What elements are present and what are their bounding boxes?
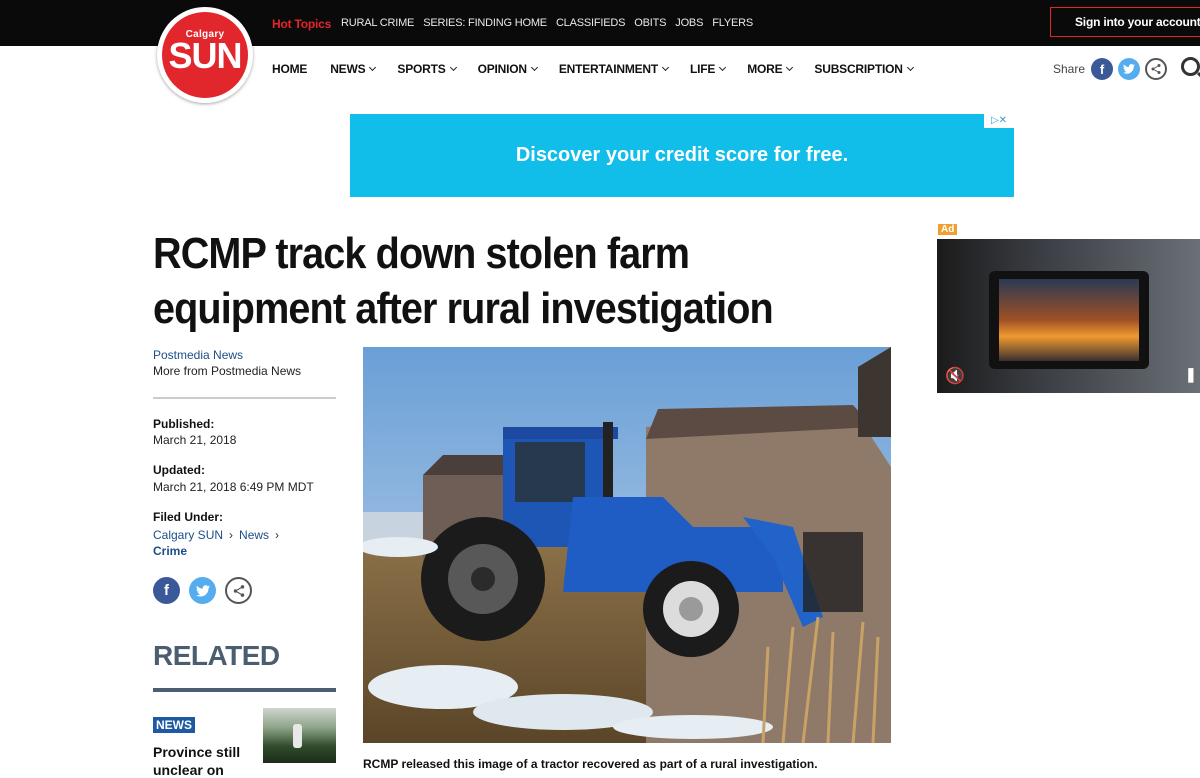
- category-link[interactable]: Calgary SUN: [153, 528, 223, 542]
- main-nav: HOME NEWS SPORTS OPINION ENTERTAINMENT L…: [272, 62, 914, 76]
- related-article-thumbnail[interactable]: [263, 708, 336, 763]
- related-article-title[interactable]: Province still unclear on: [153, 743, 258, 778]
- nav-item-opinion[interactable]: OPINION: [477, 62, 538, 76]
- hot-topics-label: Hot Topics: [272, 17, 332, 31]
- ad-banner-text: Discover your credit score for free.: [515, 144, 849, 166]
- nav-item-more[interactable]: MORE: [747, 62, 794, 76]
- facebook-icon[interactable]: f: [1091, 58, 1114, 80]
- nav-label: SUBSCRIPTION: [814, 62, 903, 76]
- updated-date: March 21, 2018 6:49 PM MDT: [153, 480, 314, 494]
- nav-item-entertainment[interactable]: ENTERTAINMENT: [558, 62, 670, 76]
- logo-main-text: SUN: [168, 35, 242, 76]
- nav-label: LIFE: [690, 62, 716, 76]
- category-link[interactable]: News: [239, 528, 269, 542]
- author-link[interactable]: Postmedia News: [153, 348, 243, 362]
- category-link[interactable]: Crime: [153, 544, 187, 558]
- published-date: March 21, 2018: [153, 433, 237, 447]
- site-logo[interactable]: Calgary SUN: [157, 7, 253, 103]
- search-icon[interactable]: [1181, 57, 1200, 76]
- ad-choices-icon[interactable]: ▷✕: [984, 114, 1014, 128]
- topic-link[interactable]: SERIES: FINDING HOME: [423, 17, 547, 29]
- nav-label: MORE: [747, 62, 783, 76]
- more-from-author-link[interactable]: More from Postmedia News: [153, 364, 301, 378]
- chevron-down-icon: [786, 63, 794, 72]
- nav-item-subscription[interactable]: SUBSCRIPTION: [814, 62, 914, 76]
- twitter-icon[interactable]: [189, 577, 216, 604]
- related-divider: [153, 688, 336, 692]
- nav-item-news[interactable]: NEWS: [330, 62, 377, 76]
- filed-under-label: Filed Under:: [153, 510, 224, 524]
- chevron-down-icon: [661, 63, 670, 72]
- header-share: Share f: [1053, 58, 1172, 80]
- related-heading: RELATED: [153, 640, 280, 671]
- topic-link[interactable]: JOBS: [675, 17, 703, 29]
- chevron-down-icon: [449, 63, 457, 72]
- nav-label: OPINION: [477, 62, 527, 76]
- video-ad-frame: [989, 271, 1149, 369]
- video-ad[interactable]: [937, 239, 1200, 393]
- nav-label: SPORTS: [397, 62, 446, 76]
- chevron-down-icon: [530, 63, 538, 72]
- topic-link[interactable]: CLASSIFIEDS: [556, 17, 626, 29]
- share-label: Share: [1053, 62, 1086, 76]
- logo-badge: Calgary SUN: [162, 12, 248, 98]
- related-category-badge: NEWS: [153, 717, 195, 733]
- mute-icon[interactable]: 🔇: [945, 366, 965, 386]
- topic-link[interactable]: FLYERS: [712, 17, 753, 29]
- topic-link[interactable]: OBITS: [634, 17, 666, 29]
- updated-label: Updated:: [153, 463, 205, 477]
- chevron-down-icon: [906, 63, 914, 72]
- ad-label: Ad: [938, 224, 958, 235]
- nav-item-sports[interactable]: SPORTS: [397, 62, 457, 76]
- chevron-down-icon: [719, 63, 727, 72]
- photo-caption: RCMP released this image of a tractor re…: [363, 757, 818, 771]
- sign-in-button[interactable]: Sign into your account: [1050, 7, 1200, 37]
- meta-divider: [153, 397, 336, 399]
- nav-item-life[interactable]: LIFE: [690, 62, 727, 76]
- article-headline: RCMP track down stolen farm equipment af…: [153, 229, 774, 333]
- category-breadcrumb: Calgary SUN › News › Crime: [153, 527, 313, 559]
- pause-icon[interactable]: ❚❚: [1185, 366, 1200, 383]
- topic-link[interactable]: RURAL CRIME: [341, 17, 414, 29]
- nav-label: ENTERTAINMENT: [558, 62, 659, 76]
- nav-item-home[interactable]: HOME: [272, 62, 307, 76]
- breadcrumb-separator-icon: ›: [229, 528, 234, 542]
- hot-topics-list: RURAL CRIME SERIES: FINDING HOME CLASSIF…: [341, 17, 753, 29]
- share-icon[interactable]: [1145, 58, 1168, 80]
- share-icon[interactable]: [225, 577, 252, 604]
- ad-banner[interactable]: Discover your credit score for free. ▷✕: [350, 114, 1014, 197]
- article-photo: [363, 347, 891, 743]
- article-share: f: [153, 577, 261, 604]
- published-label: Published:: [153, 417, 215, 431]
- nav-label: HOME: [272, 62, 308, 76]
- breadcrumb-separator-icon: ›: [275, 528, 280, 542]
- chevron-down-icon: [369, 63, 377, 72]
- facebook-icon[interactable]: f: [153, 577, 180, 604]
- nav-label: NEWS: [330, 62, 366, 76]
- twitter-icon[interactable]: [1118, 58, 1141, 80]
